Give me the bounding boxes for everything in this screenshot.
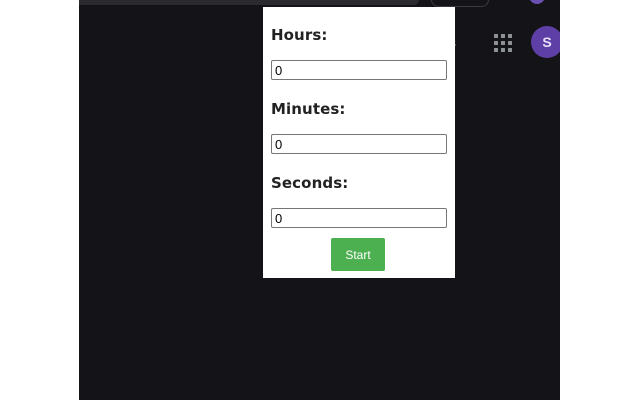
apps-grid-dot	[501, 48, 505, 52]
hours-label: Hours:	[271, 26, 328, 44]
hours-input[interactable]	[271, 60, 447, 80]
seconds-input[interactable]	[271, 208, 447, 228]
apps-grid-dot	[494, 34, 498, 38]
apps-grid-dot	[508, 41, 512, 45]
start-button[interactable]: Start	[331, 238, 385, 271]
apps-grid-dot	[501, 41, 505, 45]
minutes-input[interactable]	[271, 134, 447, 154]
minutes-label: Minutes:	[271, 100, 346, 118]
screenshot-stage: ges S Hours: Minutes: Seconds: Start	[0, 0, 640, 400]
account-avatar[interactable]: S	[531, 26, 560, 58]
seconds-label: Seconds:	[271, 174, 349, 192]
apps-grid-dot	[508, 34, 512, 38]
apps-grid-icon[interactable]	[494, 34, 512, 52]
apps-grid-dot	[494, 41, 498, 45]
apps-grid-dot	[494, 48, 498, 52]
top-pill-button[interactable]	[431, 0, 489, 7]
apps-grid-dot	[508, 48, 512, 52]
top-avatar-edge	[529, 0, 545, 4]
search-bar-edge	[79, 0, 419, 5]
apps-grid-dot	[501, 34, 505, 38]
timer-popup: Hours: Minutes: Seconds: Start	[263, 7, 455, 278]
